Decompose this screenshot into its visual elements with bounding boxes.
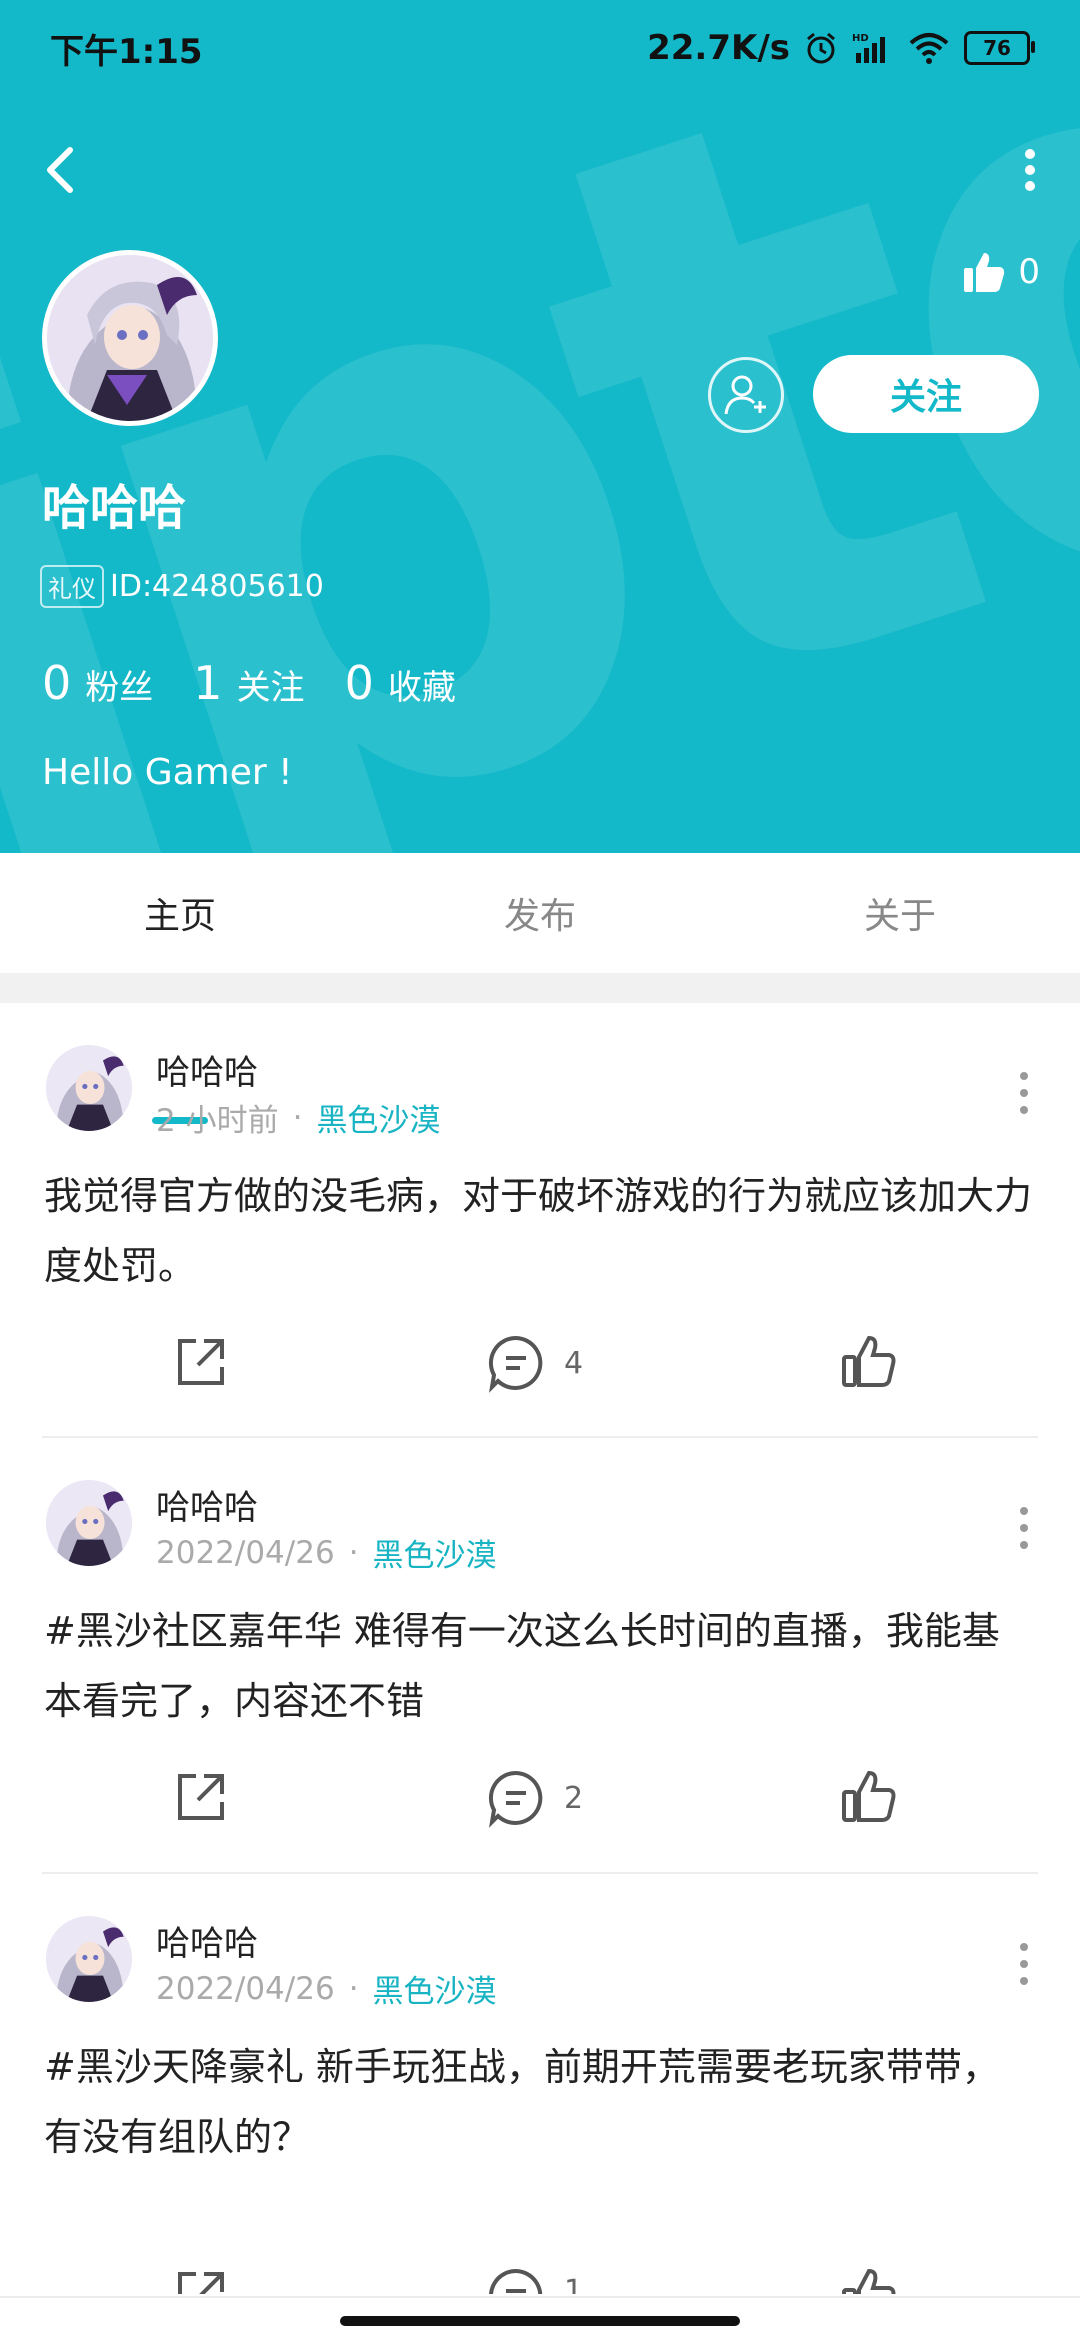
network-speed: 22.7K/s — [647, 28, 790, 68]
post-card[interactable]: 哈哈哈 2022/04/26 · 黑色沙漠 #黑沙社区嘉年华 难得有一次这么长时… — [0, 1438, 1080, 1868]
svg-text:HD: HD — [852, 33, 869, 44]
profile-tabs: 主页 发布 关于 — [0, 853, 1080, 973]
tab-posts[interactable]: 发布 — [360, 853, 720, 973]
post-game-tag[interactable]: 黑色沙漠 — [373, 1966, 497, 2011]
add-friend-button[interactable] — [708, 357, 784, 433]
home-indicator[interactable] — [340, 2316, 740, 2326]
stat-fans[interactable]: 0 粉丝 — [42, 656, 153, 710]
alarm-icon — [807, 32, 835, 64]
thumbs-up-icon — [964, 253, 1005, 292]
post-meta: 2022/04/26 · 黑色沙漠 — [156, 1530, 497, 1575]
stat-following-label: 关注 — [236, 668, 305, 708]
post-meta: 2 小时前 · 黑色沙漠 — [156, 1095, 440, 1140]
post-author[interactable]: 哈哈哈 — [156, 1916, 258, 1965]
stat-fans-label: 粉丝 — [85, 668, 154, 708]
post-avatar[interactable] — [46, 1916, 132, 2002]
post-avatar-image — [46, 1045, 132, 1131]
like-button[interactable] — [840, 1333, 898, 1391]
post-author[interactable]: 哈哈哈 — [156, 1480, 258, 1529]
profile-bio: Hello Gamer ! — [42, 752, 293, 793]
follow-button[interactable]: 关注 — [813, 355, 1039, 433]
stat-fans-count: 0 — [42, 656, 72, 710]
avatar[interactable] — [42, 250, 218, 426]
user-id-row: 礼仪 ID:424805610 — [40, 565, 324, 608]
like-button[interactable] — [840, 2266, 898, 2294]
post-content[interactable]: 我觉得官方做的没毛病，对于破坏游戏的行为就应该加大力度处罚。 — [44, 1161, 1034, 1301]
stat-following-count: 1 — [193, 656, 223, 710]
share-icon — [178, 1774, 224, 1820]
post-time: 2022/04/26 — [156, 1970, 335, 2007]
header-like-number: 0 — [1018, 252, 1040, 292]
section-separator — [0, 973, 1080, 1003]
battery-icon: 76 — [964, 31, 1035, 65]
post-content[interactable]: #黑沙社区嘉年华 难得有一次这么长时间的直播，我能基本看完了，内容还不错 — [44, 1596, 1034, 1736]
comment-button[interactable]: 4 — [486, 1333, 583, 1393]
comment-count: 1 — [564, 2274, 584, 2294]
comment-count: 4 — [564, 1345, 584, 1381]
comment-icon — [489, 2268, 543, 2294]
meta-separator: · — [348, 1970, 359, 2007]
meta-separator: · — [292, 1099, 303, 1136]
comment-button[interactable]: 1 — [486, 2266, 583, 2294]
share-button[interactable] — [172, 2266, 230, 2294]
post-time: 2022/04/26 — [156, 1534, 335, 1571]
status-bar: 下午1:15 22.7K/s HD 76 — [0, 0, 1080, 96]
like-button[interactable] — [840, 1768, 898, 1826]
nav-bar-separator — [0, 2296, 1080, 2298]
hd-signal-icon: HD — [852, 33, 885, 63]
share-button[interactable] — [172, 1333, 230, 1391]
post-card[interactable]: 哈哈哈 2022/04/26 · 黑色沙漠 #黑沙天降豪礼 新手玩狂战，前期开荒… — [0, 1874, 1080, 2294]
post-author[interactable]: 哈哈哈 — [156, 1045, 258, 1094]
post-more-icon[interactable] — [1014, 1503, 1034, 1553]
profile-username: 哈哈哈 — [42, 480, 187, 536]
header-like-count[interactable]: 0 — [962, 250, 1040, 294]
meta-separator: · — [348, 1534, 359, 1571]
share-button[interactable] — [172, 1768, 230, 1826]
comment-button[interactable]: 2 — [486, 1768, 583, 1828]
post-more-icon[interactable] — [1014, 1068, 1034, 1118]
comment-icon — [488, 1335, 543, 1393]
post-avatar-image — [46, 1480, 132, 1566]
profile-header: iptq 下午1:15 22.7K/s HD 76 0 关注 哈哈哈 礼仪 ID… — [0, 0, 1080, 853]
profile-stats: 0 粉丝 1 关注 0 收藏 — [42, 656, 456, 710]
comment-icon — [488, 1770, 543, 1828]
post-card[interactable]: 哈哈哈 2 小时前 · 黑色沙漠 我觉得官方做的没毛病，对于破坏游戏的行为就应该… — [0, 1003, 1080, 1433]
tab-about[interactable]: 关于 — [720, 853, 1080, 973]
post-game-tag[interactable]: 黑色沙漠 — [316, 1095, 440, 1140]
stat-favorites-label: 收藏 — [387, 668, 456, 708]
wifi-icon — [909, 33, 949, 64]
share-icon — [178, 1339, 224, 1385]
status-time: 下午1:15 — [50, 31, 203, 72]
comment-count: 2 — [564, 1780, 584, 1816]
add-user-icon — [724, 375, 766, 415]
post-content[interactable]: #黑沙天降豪礼 新手玩狂战，前期开荒需要老玩家带带，有没有组队的？ — [44, 2032, 1034, 2172]
avatar-image — [47, 255, 213, 421]
stat-favorites[interactable]: 0 收藏 — [345, 656, 456, 710]
thumbs-up-outline-icon — [842, 1770, 896, 1822]
title-badge: 礼仪 — [40, 565, 104, 608]
post-avatar[interactable] — [46, 1480, 132, 1566]
back-arrow-icon[interactable] — [38, 140, 82, 200]
post-game-tag[interactable]: 黑色沙漠 — [373, 1530, 497, 1575]
stat-favorites-count: 0 — [344, 656, 374, 710]
user-id: ID:424805610 — [110, 569, 324, 604]
tab-home[interactable]: 主页 — [0, 853, 360, 973]
thumbs-up-outline-icon — [842, 1335, 896, 1387]
post-avatar-image — [46, 1916, 132, 2002]
more-options-icon[interactable] — [1010, 140, 1050, 200]
post-meta: 2022/04/26 · 黑色沙漠 — [156, 1966, 497, 2011]
post-avatar[interactable] — [46, 1045, 132, 1131]
post-time: 2 小时前 — [156, 1103, 279, 1139]
share-icon — [178, 2272, 224, 2294]
status-icons: 22.7K/s HD 76 — [647, 28, 1035, 68]
post-more-icon[interactable] — [1014, 1939, 1034, 1989]
thumbs-up-outline-icon — [842, 2268, 896, 2294]
stat-following[interactable]: 1 关注 — [193, 656, 304, 710]
